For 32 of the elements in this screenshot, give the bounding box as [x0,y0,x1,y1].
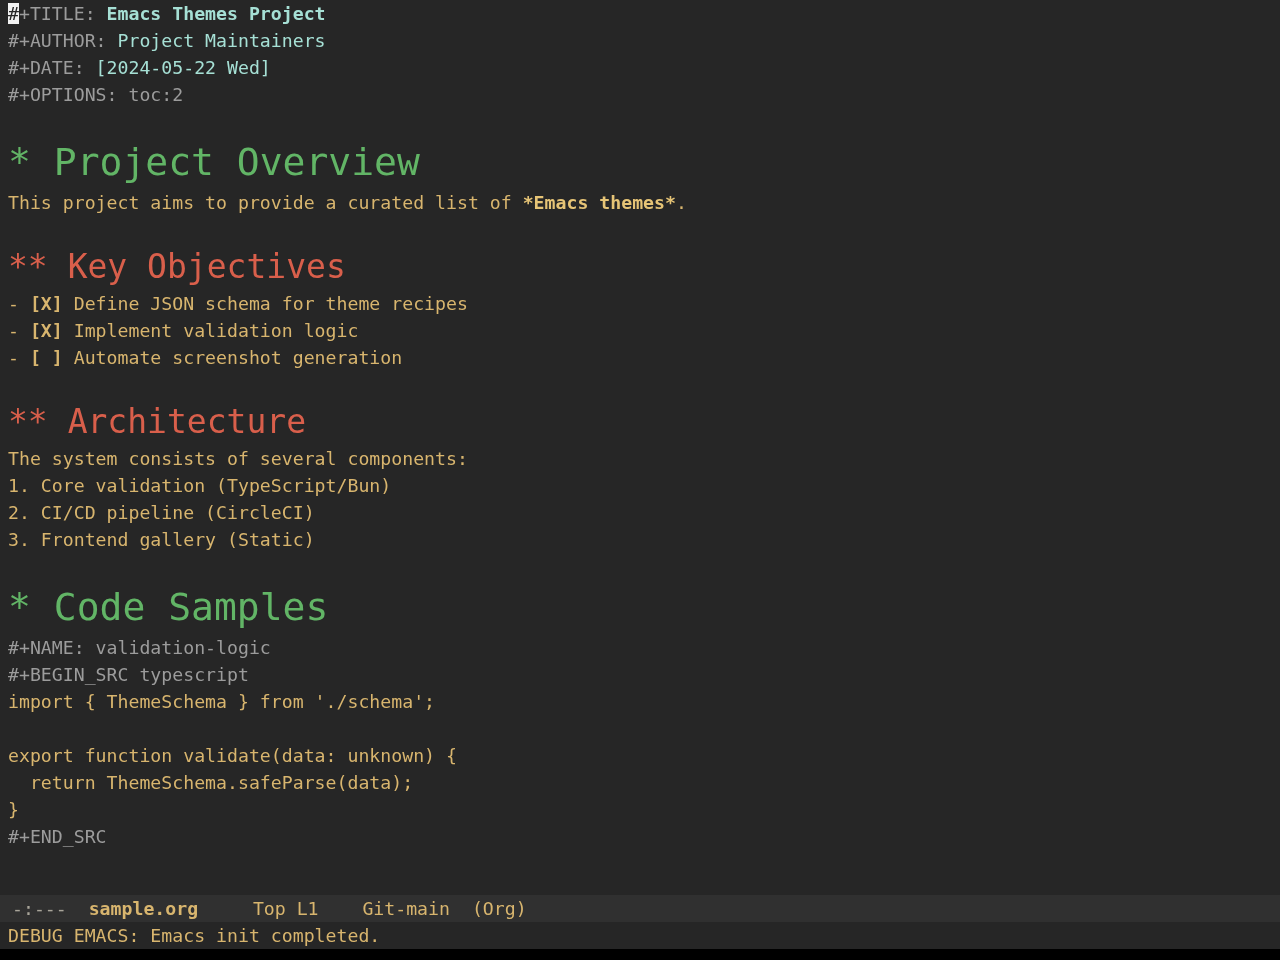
keyword-value: [2024-05-22 Wed] [95,56,271,80]
code-line: import { ThemeSchema } from './schema'; [8,690,436,714]
section-heading: ** Key Objectives [8,246,346,288]
src-begin-line: #+BEGIN_SRC typescript [8,663,249,687]
section-heading: * Project Overview [8,139,420,186]
numbered-item: 1. Core validation (TypeScript/Bun) [8,474,392,498]
code-line: } [8,798,19,822]
numbered-item: 2. CI/CD pipeline (CircleCI) [8,501,315,525]
paragraph-text: This project aims to provide a curated list of *Emacs themes*. [8,191,687,215]
paragraph-text: The system consists of several components: [8,447,468,471]
checklist-item: - [X] Define JSON schema for theme recipes [8,292,468,316]
keyword-label: #+OPTIONS: [8,83,118,107]
checklist-item: - [ ] Automate screenshot generation [8,346,403,370]
major-mode: (Org) [471,897,527,921]
buffer-name: sample.org [88,897,199,921]
modified-flags: -:--- [12,897,67,921]
numbered-item: 3. Frontend gallery (Static) [8,528,315,552]
code-line: return ThemeSchema.safeParse(data); [28,771,414,795]
checklist-item: - [X] Implement validation logic [8,319,359,343]
section-heading: ** Architecture [8,401,307,443]
keyword-label: #+AUTHOR: [8,29,107,53]
branch-name: Git-main [362,897,450,921]
section-heading: * Code Samples [8,584,329,631]
document-title: Emacs Themes Project [106,2,326,26]
keyword-label: #+DATE: [8,56,85,80]
src-end-line: #+END_SRC [8,825,107,849]
option-value: toc:2 [128,83,184,107]
code-line: export function validate(data: unknown) { [8,744,457,768]
keyword-value: Project Maintainers [117,29,326,53]
echo-message: DEBUG EMACS: Emacs init completed. [8,924,381,948]
block-name-line: #+NAME: validation-logic [8,636,271,660]
line-position: Top L1 [252,897,319,921]
